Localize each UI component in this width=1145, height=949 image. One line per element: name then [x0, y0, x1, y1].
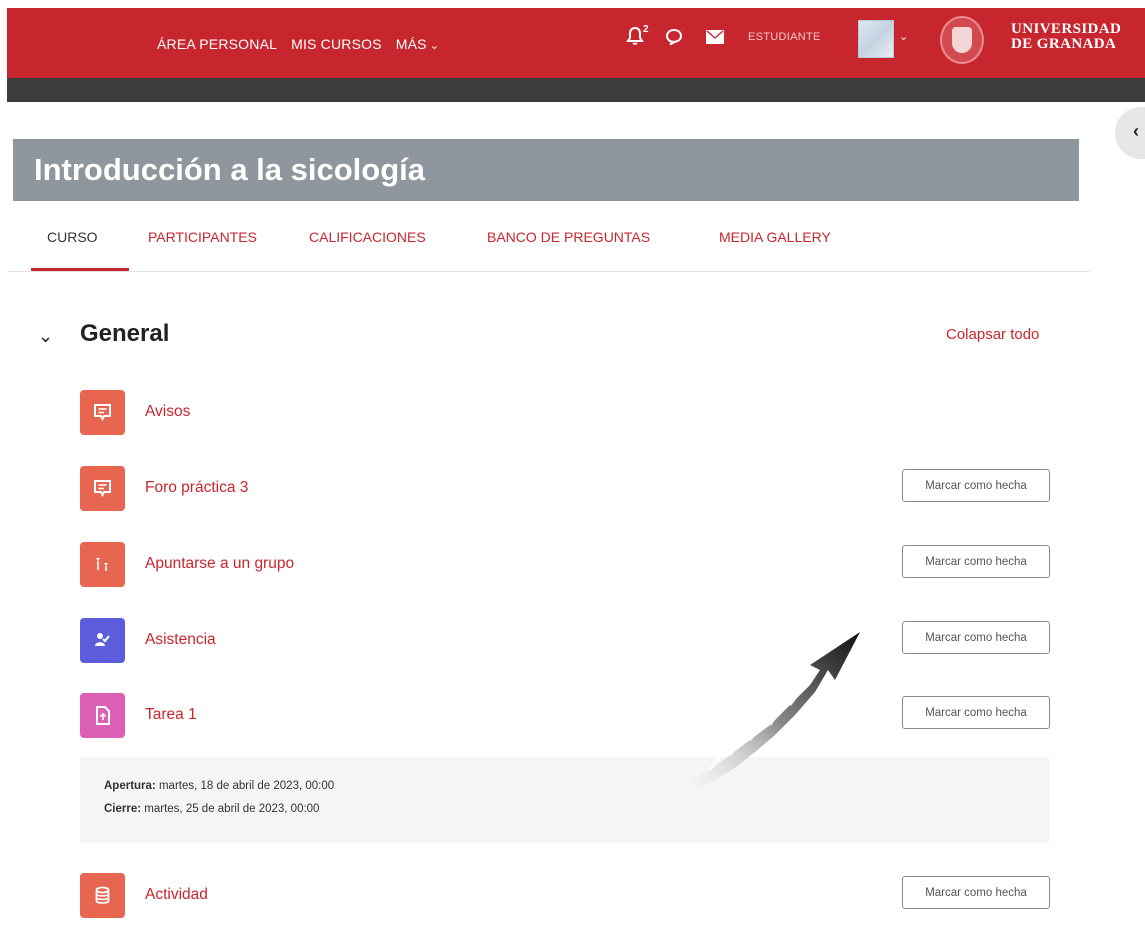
avatar[interactable]	[858, 20, 894, 58]
user-menu-chevron-icon[interactable]: ⌄	[899, 30, 908, 43]
tabs-divider	[8, 271, 1090, 272]
forum-icon	[80, 390, 125, 435]
activity-link-asistencia[interactable]: Asistencia	[145, 631, 216, 649]
closing-date-value: martes, 25 de abril de 2023, 00:00	[144, 803, 320, 815]
activity-tarea-1: Tarea 1 Marcar como hecha	[80, 693, 1050, 738]
bell-icon[interactable]	[626, 26, 644, 46]
tab-curso[interactable]: CURSO	[47, 229, 98, 245]
user-name[interactable]: ESTUDIANTE	[748, 31, 821, 43]
closing-date: Cierre: martes, 25 de abril de 2023, 00:…	[104, 803, 319, 815]
nav-link-area-personal[interactable]: ÁREA PERSONAL	[157, 36, 277, 52]
secondary-bar	[7, 78, 1145, 102]
chat-icon[interactable]	[665, 28, 683, 46]
section-title[interactable]: General	[80, 320, 169, 348]
drawer-toggle[interactable]: ‹	[1115, 107, 1145, 159]
mark-as-done-button[interactable]: Marcar como hecha	[902, 696, 1050, 729]
primary-navigation: ÁREA PERSONAL MIS CURSOS MÁS ⌄	[157, 36, 439, 52]
activity-link-foro-practica-3[interactable]: Foro práctica 3	[145, 479, 248, 497]
page-title: Introducción a la sicología	[34, 152, 426, 187]
opening-date-value: martes, 18 de abril de 2023, 00:00	[158, 780, 335, 792]
mark-as-done-button[interactable]: Marcar como hecha	[902, 876, 1050, 909]
mail-icon[interactable]	[706, 30, 724, 44]
mark-as-done-button[interactable]: Marcar como hecha	[902, 469, 1050, 502]
opening-date: Apertura: martes, 18 de abril de 2023, 0…	[104, 780, 334, 792]
tab-banco-de-preguntas[interactable]: BANCO DE PREGUNTAS	[487, 229, 650, 245]
course-header: Introducción a la sicología	[13, 139, 1079, 201]
chevron-down-icon: ⌄	[429, 40, 440, 52]
university-crest-logo	[940, 16, 984, 64]
tab-participantes[interactable]: PARTICIPANTES	[148, 229, 257, 245]
nav-link-mis-cursos[interactable]: MIS CURSOS	[291, 36, 382, 52]
activity-link-tarea-1[interactable]: Tarea 1	[145, 706, 197, 724]
activity-avisos: Avisos	[80, 390, 1050, 435]
university-name-line1: UNIVERSIDAD	[1011, 21, 1122, 37]
chevron-left-icon: ‹	[1133, 121, 1139, 141]
assignment-icon	[80, 693, 125, 738]
activity-link-actividad[interactable]: Actividad	[145, 886, 208, 904]
activity-link-avisos[interactable]: Avisos	[145, 403, 190, 421]
university-name-line2: DE GRANADA	[1011, 36, 1117, 52]
activity-apuntarse-a-un-grupo: Apuntarse a un grupo Marcar como hecha	[80, 542, 1050, 587]
database-icon	[80, 873, 125, 918]
mark-as-done-button[interactable]: Marcar como hecha	[902, 545, 1050, 578]
closing-date-label: Cierre:	[104, 803, 142, 815]
nav-link-mas-label: MÁS	[395, 36, 427, 52]
university-logo-text: UNIVERSIDAD DE GRANADA	[1011, 22, 1121, 52]
group-choice-icon	[80, 542, 125, 587]
notification-badge: 2	[643, 24, 649, 35]
tab-media-gallery[interactable]: MEDIA GALLERY	[719, 229, 831, 245]
activity-link-apuntarse-a-un-grupo[interactable]: Apuntarse a un grupo	[145, 555, 294, 573]
collapse-all-link[interactable]: Colapsar todo	[946, 326, 1039, 343]
section-collapse-chevron-icon[interactable]: ⌄	[38, 326, 53, 347]
activity-foro-practica-3: Foro práctica 3 Marcar como hecha	[80, 466, 1050, 511]
tab-calificaciones[interactable]: CALIFICACIONES	[309, 229, 426, 245]
activity-asistencia: Asistencia Marcar como hecha	[80, 618, 1050, 663]
mark-as-done-button[interactable]: Marcar como hecha	[902, 621, 1050, 654]
opening-date-label: Apertura:	[104, 780, 156, 792]
assignment-dates: Apertura: martes, 18 de abril de 2023, 0…	[80, 757, 1050, 843]
attendance-icon	[80, 618, 125, 663]
nav-link-mas[interactable]: MÁS ⌄	[396, 36, 439, 52]
forum-icon	[80, 466, 125, 511]
annotation-arrow-icon	[675, 632, 860, 790]
activity-actividad: Actividad Marcar como hecha	[80, 873, 1050, 918]
